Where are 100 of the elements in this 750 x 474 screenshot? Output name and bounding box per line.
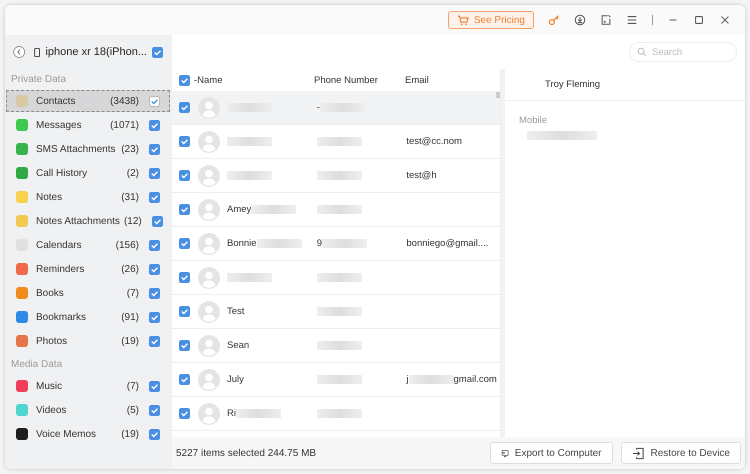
- checkbox[interactable]: [149, 288, 160, 298]
- checkbox[interactable]: [149, 404, 160, 416]
- column-header[interactable]: Email: [405, 74, 429, 86]
- checkbox[interactable]: [179, 272, 190, 283]
- column-header[interactable]: Phone Number: [314, 74, 405, 86]
- sidebar-item[interactable]: Contacts (3438): [6, 90, 170, 112]
- category-label: Contacts: [36, 96, 76, 106]
- checkbox[interactable]: [149, 428, 160, 440]
- avatar-icon: [198, 164, 220, 186]
- table-row[interactable]: Test: [172, 295, 500, 329]
- avatar-icon: [198, 130, 220, 152]
- checkbox[interactable]: [179, 306, 190, 317]
- back-icon[interactable]: [13, 44, 26, 60]
- sidebar-item[interactable]: Reminders (26): [6, 258, 170, 280]
- table-cell: bonniego@gmail....: [406, 238, 488, 249]
- redaction-bar: [316, 137, 362, 146]
- checkbox[interactable]: [179, 136, 190, 147]
- cart-icon: [456, 14, 469, 26]
- search-field[interactable]: Search: [629, 42, 737, 62]
- key-icon[interactable]: [548, 14, 560, 26]
- sidebar-item[interactable]: Calendars (156): [6, 234, 170, 256]
- checkbox[interactable]: [149, 120, 160, 130]
- table-row[interactable]: Ri: [172, 397, 500, 431]
- checkbox[interactable]: [149, 96, 160, 106]
- checkbox[interactable]: [179, 238, 190, 249]
- sidebar-item[interactable]: Notes Attachments (12): [6, 210, 170, 232]
- column-header[interactable]: -Name: [194, 74, 314, 86]
- device-name[interactable]: iphone xr 18(iPhon...: [45, 46, 147, 58]
- table-cell: 9: [316, 238, 322, 249]
- sidebar-item[interactable]: Videos (5): [6, 399, 170, 421]
- item-count: (19): [121, 428, 139, 440]
- download-icon[interactable]: [574, 14, 586, 26]
- selection-summary: 5227 items selected 244.75 MB: [176, 448, 318, 458]
- checkbox[interactable]: [149, 144, 160, 154]
- avatar-icon: [198, 334, 220, 356]
- item-count: (31): [121, 192, 139, 202]
- table-row[interactable]: test@cc.nom: [172, 125, 500, 159]
- checkbox[interactable]: [149, 336, 160, 346]
- close-icon[interactable]: [719, 14, 731, 26]
- sidebar-item[interactable]: Call History (2): [6, 162, 170, 184]
- category-label: Messages: [36, 120, 83, 130]
- field-label: Mobile: [519, 115, 548, 126]
- search-icon: [637, 47, 647, 57]
- category-label: Call History: [36, 168, 88, 178]
- table-cell: Bonnie: [227, 238, 257, 249]
- checkbox[interactable]: [149, 312, 160, 322]
- enter-device-icon: [632, 446, 645, 460]
- sidebar-item[interactable]: Messages (1071): [6, 114, 170, 136]
- table-row[interactable]: -: [172, 91, 500, 125]
- checkbox[interactable]: [149, 240, 160, 250]
- sidebar-item[interactable]: Books (7): [6, 282, 170, 304]
- table-cell: July: [227, 374, 244, 385]
- category-label: Books: [36, 288, 65, 298]
- checkbox[interactable]: [179, 408, 190, 419]
- redaction-bar: [320, 103, 365, 112]
- checkbox[interactable]: [149, 380, 160, 392]
- sidebar-item[interactable]: Notes (31): [6, 186, 170, 208]
- table-row[interactable]: test@h: [172, 159, 500, 193]
- table-row[interactable]: Amey: [172, 193, 500, 227]
- category-label: Music: [36, 380, 64, 392]
- item-count: (156): [116, 240, 139, 250]
- table-row[interactable]: Sean: [172, 329, 500, 363]
- table-row[interactable]: July j gmail.com: [172, 363, 500, 397]
- category-label: SMS Attachments: [36, 144, 116, 154]
- item-count: (26): [121, 264, 139, 274]
- sidebar-item[interactable]: Bookmarks (91): [6, 306, 170, 328]
- item-count: (91): [121, 312, 139, 322]
- redaction-bar: [316, 307, 362, 316]
- category-label: Notes Attachments: [36, 216, 120, 226]
- category-label: Bookmarks: [36, 312, 88, 322]
- table-cell: gmail.com: [454, 374, 497, 385]
- item-count: (2): [126, 168, 139, 178]
- redaction-bar: [316, 273, 362, 282]
- redaction-bar: [408, 375, 454, 384]
- checkbox[interactable]: [179, 170, 190, 181]
- select-all-checkbox[interactable]: [179, 74, 190, 86]
- checkbox[interactable]: [152, 216, 163, 226]
- maximize-icon[interactable]: [693, 14, 705, 26]
- restore-button[interactable]: Restore to Device: [620, 442, 741, 464]
- table-cell: j: [406, 374, 408, 385]
- sidebar-item[interactable]: SMS Attachments (23): [6, 138, 170, 160]
- menu-icon[interactable]: [626, 14, 638, 26]
- sidebar-item[interactable]: Photos (19): [6, 330, 170, 352]
- sidebar-item[interactable]: Music (7): [6, 375, 170, 397]
- redaction-bar: [527, 131, 597, 140]
- checkbox[interactable]: [149, 168, 160, 178]
- checkbox[interactable]: [179, 340, 190, 351]
- checkbox[interactable]: [149, 264, 160, 274]
- redaction-bar: [316, 409, 362, 418]
- checkbox[interactable]: [152, 46, 163, 58]
- table-cell: Amey: [227, 204, 252, 215]
- sidebar-item[interactable]: Voice Memos (19): [6, 423, 170, 445]
- table-row[interactable]: Bonnie 9 bonniego@gmail....: [172, 227, 500, 261]
- checkbox[interactable]: [149, 192, 160, 202]
- checkbox[interactable]: [179, 204, 190, 215]
- scrollbar-thumb[interactable]: [496, 92, 500, 98]
- export-button[interactable]: Export to Computer: [490, 442, 613, 464]
- checkbox[interactable]: [179, 374, 190, 385]
- checkbox[interactable]: [179, 102, 190, 113]
- avatar-icon: [198, 266, 220, 288]
